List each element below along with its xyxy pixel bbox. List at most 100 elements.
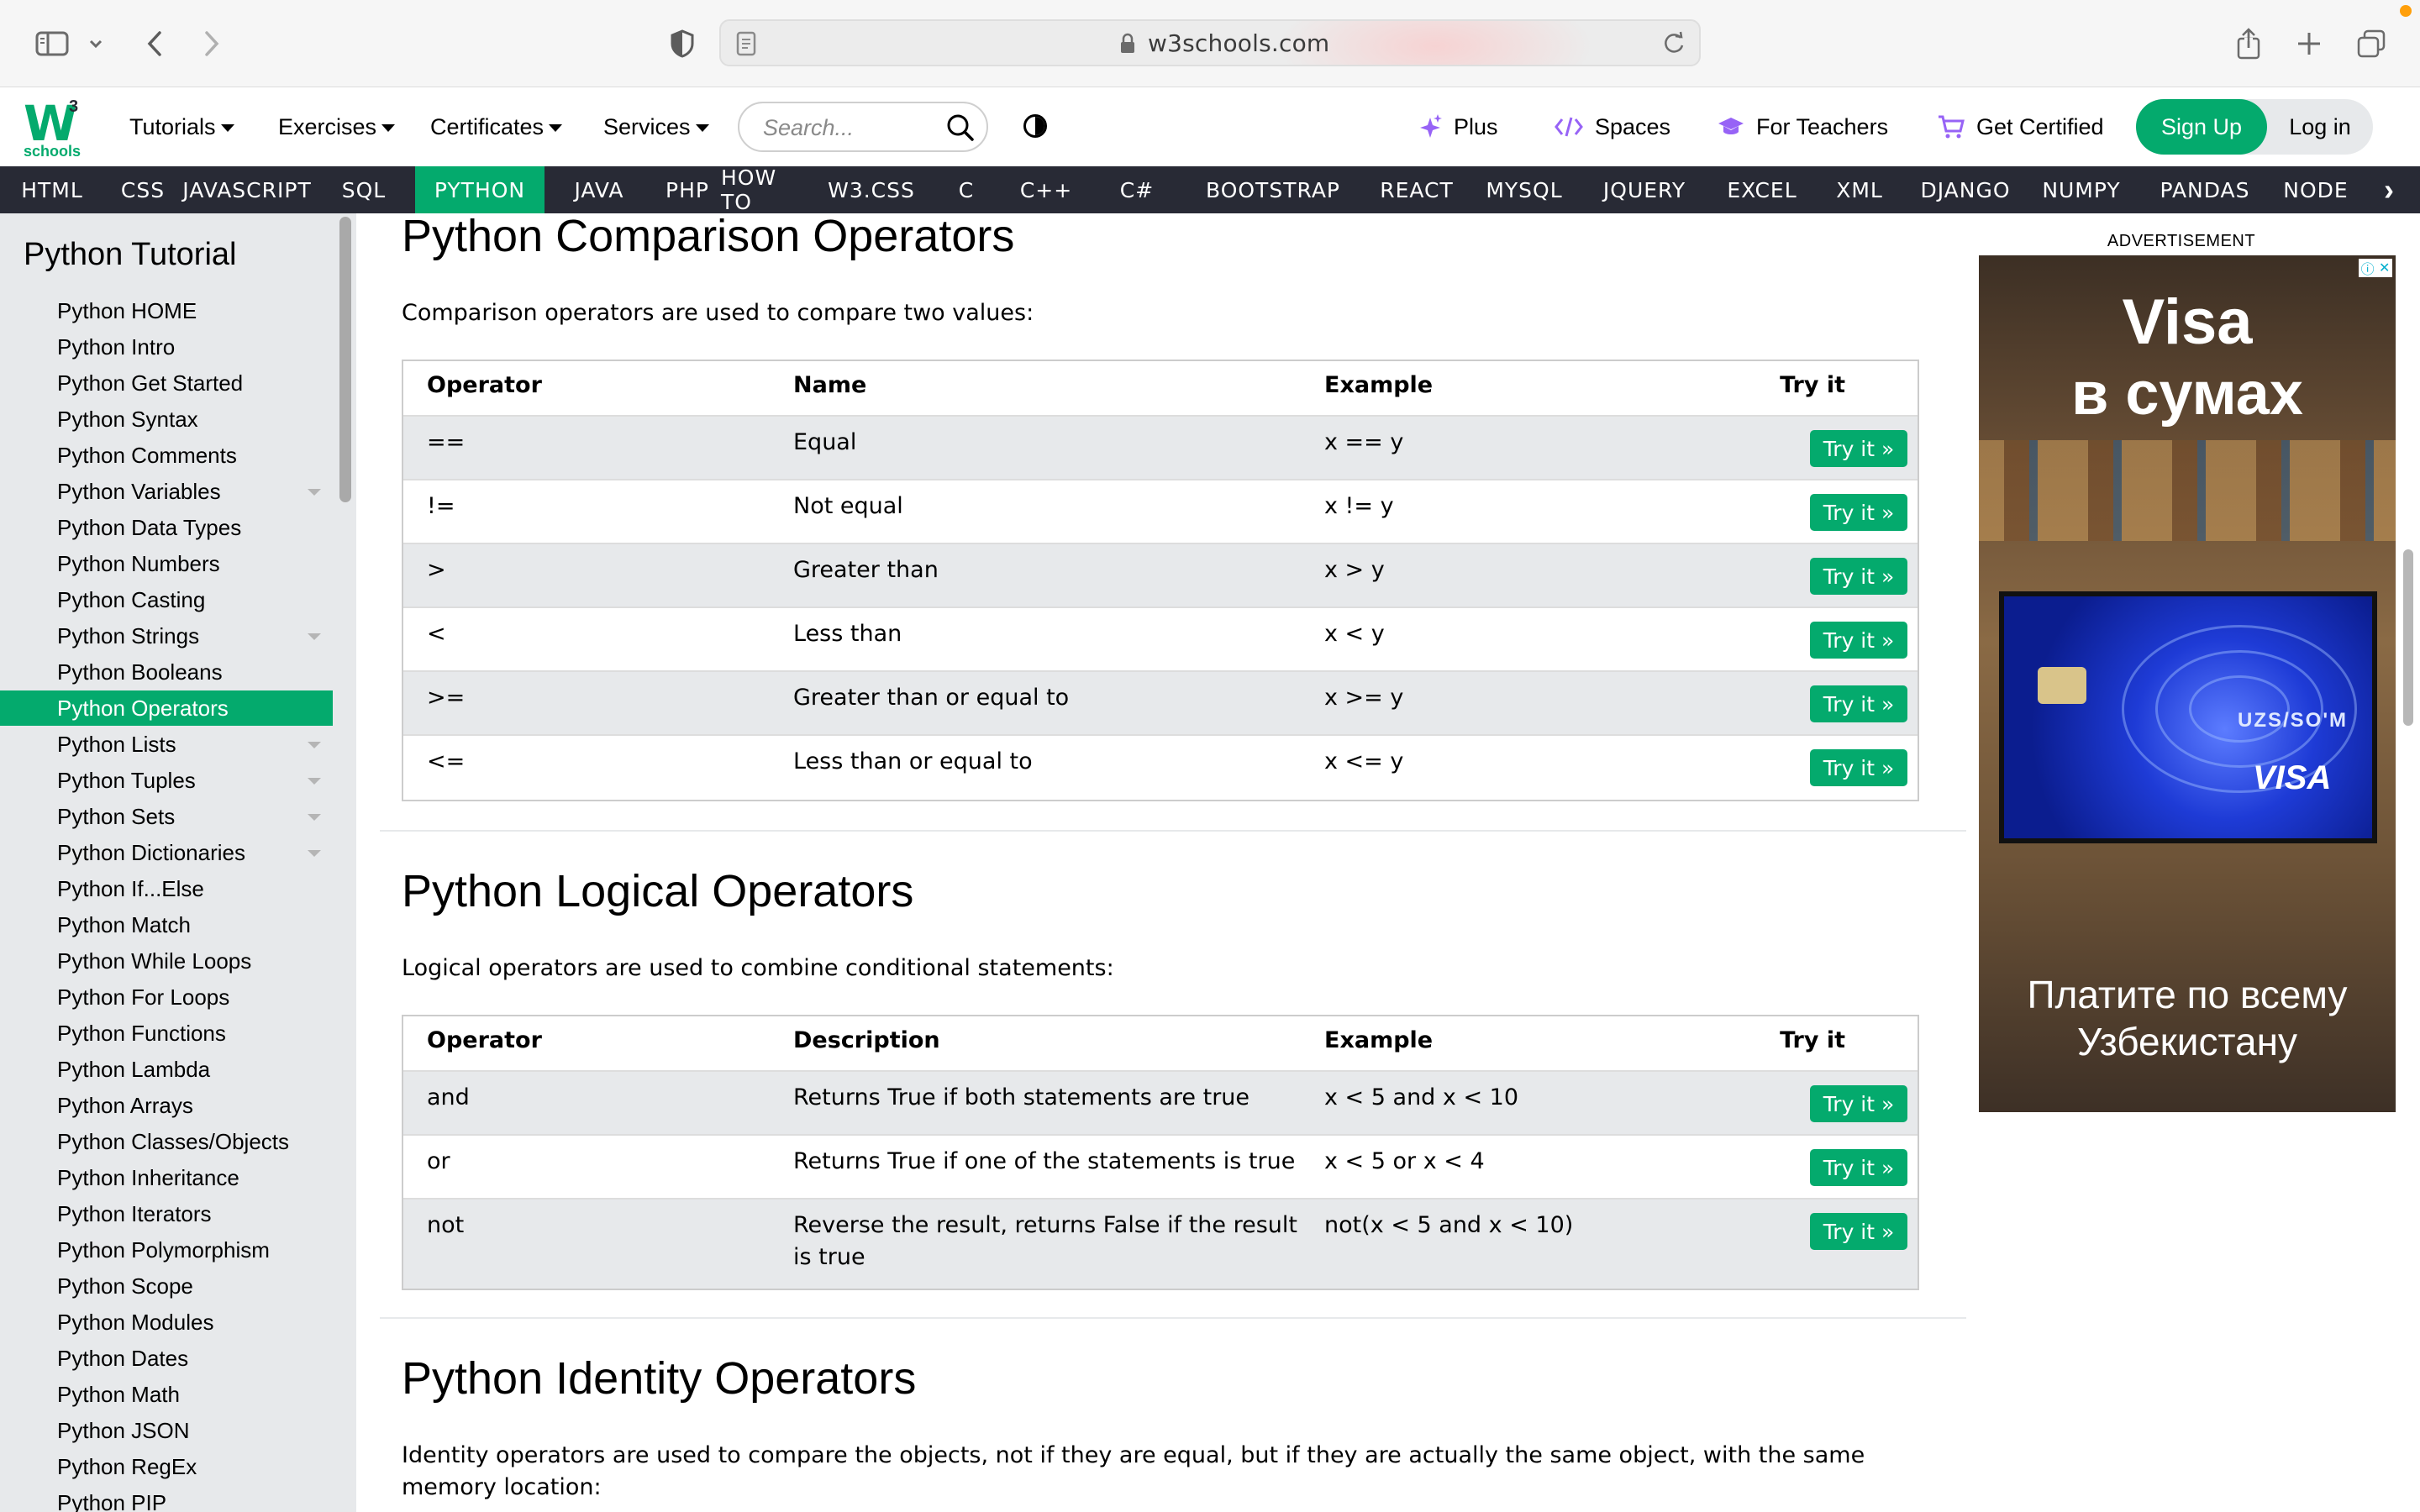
sidebar-item-python-while-loops[interactable]: Python While Loops: [0, 943, 333, 979]
sidebar-item-python-modules[interactable]: Python Modules: [0, 1305, 333, 1340]
sidebar-item-python-dates[interactable]: Python Dates: [0, 1341, 333, 1376]
search-icon[interactable]: [946, 113, 975, 146]
lang-tab-excel[interactable]: EXCEL: [1709, 166, 1815, 213]
sidebar-item-python-polymorphism[interactable]: Python Polymorphism: [0, 1232, 333, 1268]
menu-certificates[interactable]: Certificates: [430, 109, 563, 144]
menu-tutorials[interactable]: Tutorials: [129, 109, 234, 144]
sidebar-item-python-match[interactable]: Python Match: [0, 907, 333, 942]
sidebar-item-python-json[interactable]: Python JSON: [0, 1413, 333, 1448]
sidebar-item-python-math[interactable]: Python Math: [0, 1377, 333, 1412]
sidebar-item-python-classes-objects[interactable]: Python Classes/Objects: [0, 1124, 333, 1159]
ad-choices-icon[interactable]: ⓘ ✕: [2359, 259, 2392, 277]
try-it-button[interactable]: Try it »: [1810, 558, 1907, 595]
sidebar-item-python-for-loops[interactable]: Python For Loops: [0, 979, 333, 1015]
reload-icon[interactable]: [1662, 31, 1686, 56]
lang-tab-sql[interactable]: SQL: [313, 166, 415, 213]
sidebar-item-python-data-types[interactable]: Python Data Types: [0, 510, 333, 545]
sidebar-item-python-casting[interactable]: Python Casting: [0, 582, 333, 617]
sidebar-item-python-functions[interactable]: Python Functions: [0, 1016, 333, 1051]
sidebar-item-python-operators[interactable]: Python Operators: [0, 690, 333, 726]
page-scrollbar[interactable]: [2403, 549, 2413, 726]
lang-tab-python[interactable]: PYTHON: [415, 166, 544, 213]
sidebar-scrollbar[interactable]: [339, 217, 351, 502]
lang-tab-javascript[interactable]: JAVASCRIPT: [182, 166, 313, 213]
share-icon[interactable]: [2232, 22, 2265, 66]
lang-next-arrow-icon[interactable]: ›: [2358, 166, 2420, 213]
menu-exercises[interactable]: Exercises: [278, 109, 396, 144]
lang-tab-java[interactable]: JAVA: [544, 166, 654, 213]
try-it-button[interactable]: Try it »: [1810, 1213, 1907, 1250]
lang-tab-numpy[interactable]: NUMPY: [2027, 166, 2136, 213]
sidebar-item-python-get-started[interactable]: Python Get Started: [0, 365, 333, 401]
sidebar-item-python-tuples[interactable]: Python Tuples: [0, 763, 333, 798]
search-input[interactable]: Search...: [738, 102, 988, 152]
sidebar-item-python-intro[interactable]: Python Intro: [0, 329, 333, 365]
lang-tab-xml[interactable]: XML: [1815, 166, 1904, 213]
tab-overview-icon[interactable]: [2354, 22, 2388, 66]
try-it-button[interactable]: Try it »: [1810, 622, 1907, 659]
log-in-button[interactable]: Log in: [2267, 99, 2373, 155]
sidebar-item-python-if-else[interactable]: Python If...Else: [0, 871, 333, 906]
sidebar-item-python-lists[interactable]: Python Lists: [0, 727, 333, 762]
lang-tab-node[interactable]: NODE: [2274, 166, 2358, 213]
address-bar[interactable]: w3schools.com: [719, 19, 1701, 66]
expand-arrow-icon[interactable]: [308, 633, 321, 640]
sidebar-toggle-icon[interactable]: [32, 22, 72, 66]
lang-tab-css[interactable]: CSS: [104, 166, 182, 213]
dark-mode-toggle-icon[interactable]: [1023, 114, 1047, 138]
expand-arrow-icon[interactable]: [308, 850, 321, 857]
expand-arrow-icon[interactable]: [308, 489, 321, 496]
sidebar-item-python-inheritance[interactable]: Python Inheritance: [0, 1160, 333, 1195]
try-it-button[interactable]: Try it »: [1810, 749, 1907, 786]
sidebar-item-python-booleans[interactable]: Python Booleans: [0, 654, 333, 690]
sidebar-item-python-dictionaries[interactable]: Python Dictionaries: [0, 835, 333, 870]
new-tab-icon[interactable]: [2292, 22, 2326, 66]
try-it-button[interactable]: Try it »: [1810, 494, 1907, 531]
get-certified-link[interactable]: Get Certified: [1938, 109, 2104, 144]
try-it-button[interactable]: Try it »: [1810, 430, 1907, 467]
lang-tab-html[interactable]: HTML: [0, 166, 104, 213]
sidebar-item-python-regex[interactable]: Python RegEx: [0, 1449, 333, 1484]
lang-tab-react[interactable]: REACT: [1365, 166, 1469, 213]
spaces-link[interactable]: Spaces: [1555, 109, 1670, 144]
try-it-button[interactable]: Try it »: [1810, 1149, 1907, 1186]
chevron-down-icon[interactable]: [84, 22, 108, 66]
sign-up-button[interactable]: Sign Up: [2136, 99, 2267, 155]
lang-tab-jquery[interactable]: JQUERY: [1580, 166, 1709, 213]
sidebar-item-python-lambda[interactable]: Python Lambda: [0, 1052, 333, 1087]
lang-tab-c-[interactable]: C++: [1000, 166, 1092, 213]
sidebar-item-python-syntax[interactable]: Python Syntax: [0, 402, 333, 437]
lang-tab-how-to[interactable]: HOW TO: [721, 165, 810, 214]
lang-tab-django[interactable]: DJANGO: [1904, 166, 2027, 213]
try-it-button[interactable]: Try it »: [1810, 1085, 1907, 1122]
menu-services[interactable]: Services: [603, 109, 709, 144]
sidebar-item-python-numbers[interactable]: Python Numbers: [0, 546, 333, 581]
sidebar-item-python-variables[interactable]: Python Variables: [0, 474, 333, 509]
sidebar-item-python-pip[interactable]: Python PIP: [0, 1485, 333, 1512]
sidebar-item-python-scope[interactable]: Python Scope: [0, 1268, 333, 1304]
lang-tab-php[interactable]: PHP: [654, 166, 721, 213]
lang-tab-c[interactable]: C: [933, 166, 1000, 213]
sidebar-item-python-arrays[interactable]: Python Arrays: [0, 1088, 333, 1123]
lang-tab-w3-css[interactable]: W3.CSS: [810, 166, 933, 213]
advertisement-banner[interactable]: Visa в сумах UZS/SO'M VISA Платите по вс…: [1979, 255, 2396, 1112]
forward-icon[interactable]: [195, 22, 229, 66]
try-it-button[interactable]: Try it »: [1810, 685, 1907, 722]
lang-tab-bootstrap[interactable]: BOOTSTRAP: [1181, 166, 1365, 213]
lang-tab-mysql[interactable]: MYSQL: [1469, 166, 1580, 213]
for-teachers-link[interactable]: For Teachers: [1718, 109, 1888, 144]
w3schools-logo[interactable]: W 3 schools: [24, 97, 91, 160]
plus-link[interactable]: Plus: [1420, 109, 1498, 144]
expand-arrow-icon[interactable]: [308, 778, 321, 785]
lang-tab-c-[interactable]: C#: [1092, 166, 1181, 213]
privacy-shield-icon[interactable]: [666, 22, 699, 66]
sidebar-item-python-iterators[interactable]: Python Iterators: [0, 1196, 333, 1231]
expand-arrow-icon[interactable]: [308, 742, 321, 748]
sidebar-item-python-sets[interactable]: Python Sets: [0, 799, 333, 834]
sidebar-item-python-home[interactable]: Python HOME: [0, 293, 333, 328]
sidebar-item-python-strings[interactable]: Python Strings: [0, 618, 333, 654]
sidebar-item-python-comments[interactable]: Python Comments: [0, 438, 333, 473]
back-icon[interactable]: [138, 22, 171, 66]
lang-tab-pandas[interactable]: PANDAS: [2136, 166, 2274, 213]
expand-arrow-icon[interactable]: [308, 814, 321, 821]
